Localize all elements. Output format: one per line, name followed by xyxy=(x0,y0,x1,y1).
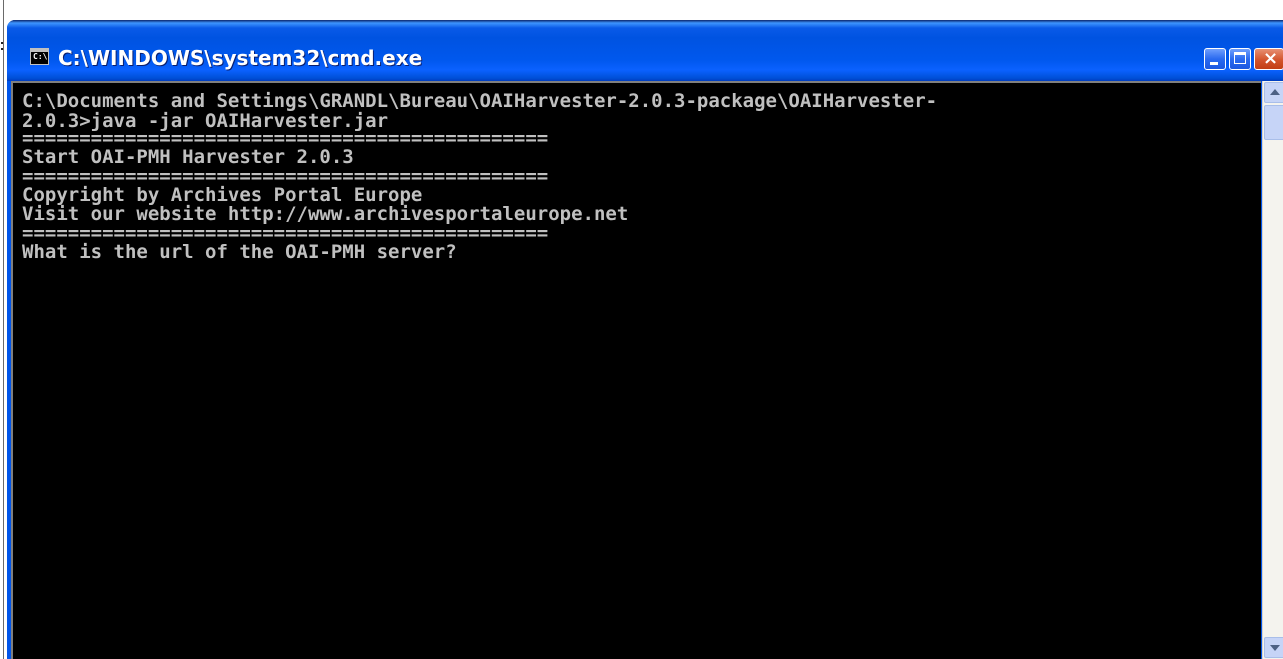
scroll-down-arrow-icon xyxy=(1270,645,1280,651)
scrollbar-thumb[interactable] xyxy=(1264,105,1283,140)
maximize-button[interactable] xyxy=(1229,48,1251,70)
scroll-up-button[interactable] xyxy=(1264,82,1283,103)
console-output[interactable]: C:\Documents and Settings\GRANDL\Bureau\… xyxy=(11,81,1261,659)
maximize-icon xyxy=(1234,52,1246,64)
close-button[interactable]: × xyxy=(1254,48,1283,70)
vertical-scrollbar[interactable] xyxy=(1262,81,1283,659)
minimize-button[interactable] xyxy=(1204,48,1226,70)
cmd-console-icon[interactable]: C:\ xyxy=(30,48,49,65)
console-prompt: What is the url of the OAI-PMH server? xyxy=(22,241,457,263)
console-line: C:\Documents and Settings\GRANDL\Bureau\… xyxy=(22,90,938,112)
scroll-up-arrow-icon xyxy=(1270,89,1280,95)
cmd-icon-glyph: C:\ xyxy=(33,52,48,61)
window-title: C:\WINDOWS\system32\cmd.exe xyxy=(58,46,423,70)
close-icon: × xyxy=(1263,48,1279,69)
desktop: C:\ C:\WINDOWS\system32\cmd.exe × C:\Doc… xyxy=(0,0,1283,659)
left-divider xyxy=(3,0,4,659)
title-bar[interactable]: C:\ C:\WINDOWS\system32\cmd.exe × xyxy=(7,20,1283,81)
minimize-icon xyxy=(1210,62,1218,65)
scroll-down-button[interactable] xyxy=(1264,637,1283,658)
